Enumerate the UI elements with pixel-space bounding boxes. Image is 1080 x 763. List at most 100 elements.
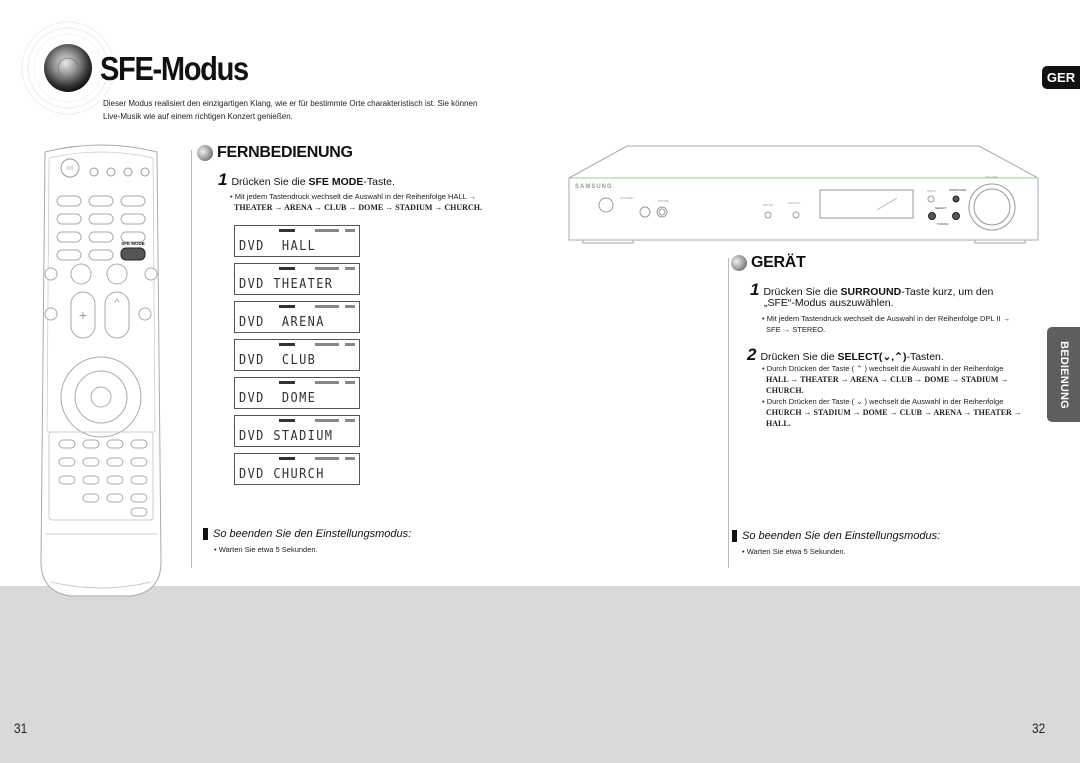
lcd-indicator-icon: [345, 229, 355, 232]
lcd-display-text: DVD HALL: [239, 239, 317, 254]
lcd-indicator-icon: [315, 305, 339, 308]
lcd-display-text: DVD CHURCH: [239, 467, 325, 482]
lcd-indicator-icon: [345, 419, 355, 422]
note-line: THEATER → ARENA → CLUB → DOME → STADIUM …: [234, 203, 482, 212]
device-heading-text: GERÄT: [751, 254, 806, 271]
lcd-indicator-icon: [345, 381, 355, 384]
lcd-indicator-icon: [345, 305, 355, 308]
footer-band: [0, 586, 1080, 763]
svg-text:SAMSUNG: SAMSUNG: [575, 184, 613, 190]
receiver-front-panel-illustration: SAMSUNG STANDBY PHONE SETUP ANALOG INPUT…: [568, 145, 1039, 244]
svg-text:STANDBY: STANDBY: [620, 196, 634, 200]
lcd-indicator-icon: [279, 419, 295, 422]
lcd-indicator-icon: [279, 267, 295, 270]
lcd-indicator-icon: [279, 229, 295, 232]
lcd-indicator-icon: [315, 267, 339, 270]
device-section-heading: GERÄT: [731, 254, 806, 272]
lcd-indicator-icon: [279, 305, 295, 308]
note-line: SFE → STEREO.: [766, 325, 826, 334]
page-title: SFE-Modus: [100, 50, 249, 87]
svg-text:INPUT: INPUT: [927, 189, 936, 193]
device-end-note: • Warten Sie etwa 5 Sekunden.: [742, 547, 846, 556]
intro-line-1: Dieser Modus realisiert den einzigartige…: [103, 99, 478, 108]
remote-heading-text: FERNBEDIENUNG: [217, 144, 353, 161]
lcd-indicator-icon: [345, 343, 355, 346]
note-line: CHURCH → STADIUM → DOME → CLUB → ARENA →…: [766, 408, 1022, 417]
lcd-indicator-icon: [279, 457, 295, 460]
lcd-indicator-icon: [279, 381, 295, 384]
lcd-indicator-icon: [315, 419, 339, 422]
lcd-display: DVD THEATER: [234, 263, 360, 295]
step-number: 2: [747, 345, 757, 364]
lcd-display: DVD DOME: [234, 377, 360, 409]
svg-text:SURROUND: SURROUND: [949, 188, 967, 192]
step-number: 1: [750, 280, 760, 299]
note-line: HALL.: [766, 419, 791, 428]
device-step-1-note: • Mit jedem Tastendruck wechselt die Aus…: [762, 313, 1010, 335]
select-arrows-icon: ⌄,⌃): [882, 351, 907, 363]
section-bullet-icon: [197, 145, 213, 161]
device-end-heading: So beenden Sie den Einstellungsmodus:: [732, 530, 940, 542]
lcd-display-text: DVD CLUB: [239, 353, 317, 368]
device-step-2-notes: • Durch Drücken der Taste ( ⌃ ) wechselt…: [762, 363, 1022, 429]
svg-text:SFE MODE: SFE MODE: [121, 241, 145, 246]
lcd-display: DVD STADIUM: [234, 415, 360, 447]
svg-text:SETUP: SETUP: [763, 203, 773, 207]
lcd-display: DVD HALL: [234, 225, 360, 257]
lcd-display-text: DVD THEATER: [239, 277, 334, 292]
lcd-display-text: DVD ARENA: [239, 315, 325, 330]
note-line: • Durch Drücken der Taste ( ⌄ ) wechselt…: [762, 397, 1004, 406]
lcd-indicator-icon: [345, 267, 355, 270]
step-key-name: SELECT(: [837, 351, 883, 363]
step-text-suffix: -Taste kurz, um den: [901, 286, 994, 298]
svg-text:PHONE: PHONE: [658, 199, 669, 203]
step-text: Drücken Sie die: [760, 351, 838, 363]
section-side-tab: BEDIENUNG: [1047, 327, 1080, 422]
step-text-suffix: -Tasten.: [906, 351, 944, 363]
note-line: CHURCH.: [766, 386, 804, 395]
device-step-2: 2 Drücken Sie die SELECT(⌄,⌃)-Tasten.: [747, 345, 944, 365]
device-step-1-line2: „SFE“-Modus auszuwählen.: [764, 297, 894, 309]
intro-line-2: Live-Musik wie auf einem richtigen Konze…: [103, 112, 293, 121]
remote-step-1: 1 Drücken Sie die SFE MODE-Taste.: [218, 170, 395, 190]
step-number: 1: [218, 170, 228, 189]
heading-bar-icon: [203, 528, 208, 540]
remote-step-1-note: • Mit jedem Tastendruck wechselt die Aus…: [230, 191, 482, 213]
svg-text:+: +: [79, 307, 87, 323]
note-line: HALL → THEATER → ARENA → CLUB → DOME → S…: [766, 375, 1009, 384]
step-text-suffix: -Taste.: [363, 176, 395, 188]
note-line: • Durch Drücken der Taste ( ⌃ ) wechselt…: [762, 364, 1004, 373]
lcd-display-text: DVD STADIUM: [239, 429, 334, 444]
heading-bar-icon: [732, 530, 737, 542]
remote-sfe-mode-button: [120, 247, 146, 261]
remote-end-note: • Warten Sie etwa 5 Sekunden.: [214, 545, 318, 554]
remote-section-divider: [191, 150, 192, 568]
language-badge: GER: [1042, 66, 1080, 89]
device-section-divider: [728, 258, 729, 568]
page-number-left: 31: [14, 720, 28, 736]
svg-text:SELECT: SELECT: [935, 206, 947, 210]
step-text: Drücken Sie die: [231, 176, 309, 188]
svg-text:^: ^: [115, 298, 120, 309]
remote-end-heading: So beenden Sie den Einstellungsmodus:: [203, 528, 411, 540]
remote-control-illustration: O/I SFE MODE + ^: [40, 144, 162, 597]
note-line: • Mit jedem Tastendruck wechselt die Aus…: [230, 192, 477, 201]
lcd-indicator-icon: [345, 457, 355, 460]
page-number-right: 32: [1032, 720, 1046, 736]
svg-text:ANALOG: ANALOG: [788, 201, 801, 205]
svg-text:VOLUME: VOLUME: [985, 175, 998, 179]
lcd-indicator-icon: [279, 343, 295, 346]
step-text: „SFE“-Modus auszuwählen.: [764, 297, 894, 309]
lcd-indicator-icon: [315, 229, 339, 232]
svg-text:TUNING: TUNING: [937, 222, 949, 226]
lcd-indicator-icon: [315, 457, 339, 460]
lcd-display: DVD ARENA: [234, 301, 360, 333]
lcd-indicator-icon: [315, 381, 339, 384]
lcd-display-text: DVD DOME: [239, 391, 317, 406]
side-tab-label: BEDIENUNG: [1057, 340, 1070, 409]
lcd-indicator-icon: [315, 343, 339, 346]
lcd-display: DVD CLUB: [234, 339, 360, 371]
step-key-name: SFE MODE: [308, 176, 364, 188]
intro-text: Dieser Modus realisiert den einzigartige…: [103, 97, 503, 123]
note-line: • Mit jedem Tastendruck wechselt die Aus…: [762, 314, 1011, 323]
